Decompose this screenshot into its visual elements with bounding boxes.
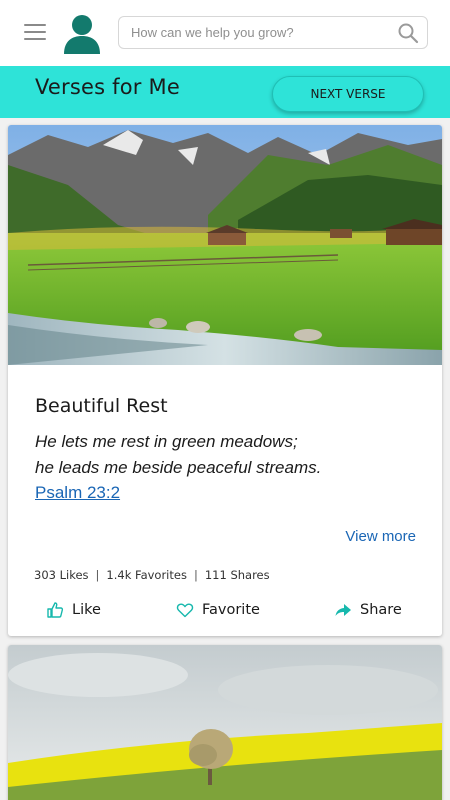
- search-box: [118, 16, 428, 49]
- favorite-button[interactable]: Favorite: [176, 595, 260, 625]
- likes-count: 303 Likes: [34, 568, 89, 582]
- verse-text: He lets me rest in green meadows; he lea…: [35, 429, 425, 481]
- share-arrow-icon: [335, 604, 351, 616]
- verse-title: Beautiful Rest: [35, 395, 168, 417]
- verse-card: [8, 645, 442, 800]
- search-input[interactable]: [131, 17, 391, 48]
- verse-line: he leads me beside peaceful streams.: [35, 458, 322, 477]
- thumbs-up-icon: [47, 602, 64, 618]
- favorites-count: 1.4k Favorites: [106, 568, 187, 582]
- verse-stats: 303 Likes | 1.4k Favorites | 111 Shares: [34, 568, 270, 582]
- view-more-link[interactable]: View more: [345, 528, 416, 545]
- next-verse-button[interactable]: NEXT VERSE: [272, 76, 424, 112]
- favorite-label: Favorite: [202, 602, 260, 618]
- page-title: Verses for Me: [35, 75, 180, 99]
- search-icon[interactable]: [397, 22, 419, 44]
- verse-line: He lets me rest in green meadows;: [35, 432, 298, 451]
- mountain-meadow-image: [8, 125, 442, 365]
- share-label: Share: [360, 602, 402, 618]
- heart-icon: [176, 603, 194, 618]
- verse-card: Beautiful Rest He lets me rest in green …: [8, 125, 442, 636]
- shares-count: 111 Shares: [204, 568, 270, 582]
- share-button[interactable]: Share: [334, 595, 402, 625]
- header-band: Verses for Me NEXT VERSE: [0, 66, 450, 118]
- tree-field-image: [8, 645, 442, 800]
- top-bar: [0, 0, 450, 66]
- like-label: Like: [72, 602, 101, 618]
- card-actions: Like Favorite Share: [8, 595, 442, 625]
- verse-reference-link[interactable]: Psalm 23:2: [35, 483, 120, 503]
- hamburger-menu-icon[interactable]: [24, 24, 46, 41]
- avatar-icon[interactable]: [63, 14, 101, 54]
- like-button[interactable]: Like: [46, 595, 101, 625]
